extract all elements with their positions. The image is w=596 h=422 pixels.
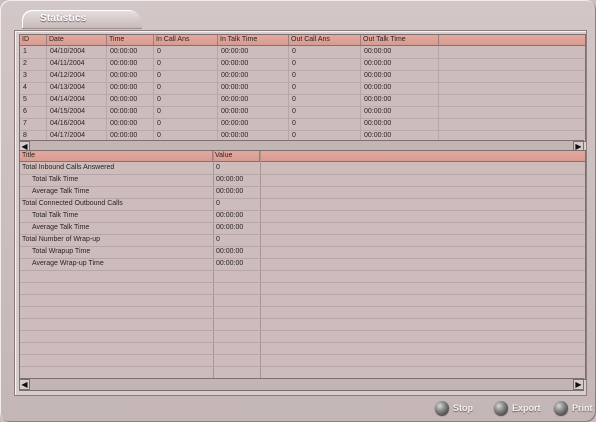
summary-value: 00:00:00	[216, 260, 244, 267]
col-header-out-talk-time[interactable]: Out Talk Time	[361, 35, 439, 45]
summary-value: 00:00:00	[216, 248, 244, 255]
cell-in-talk-time: 00:00:00	[218, 94, 289, 106]
cell-date: 04/15/2004	[47, 106, 107, 118]
cell-id: 3	[20, 70, 47, 82]
cell-time: 00:00:00	[107, 46, 154, 58]
cell-time: 00:00:00	[107, 118, 154, 130]
cell-in-call-ans: 0	[154, 82, 218, 94]
cell-in-call-ans: 0	[154, 94, 218, 106]
col-header-value[interactable]: Value	[213, 151, 260, 161]
cell-date: 04/11/2004	[47, 58, 107, 70]
cell-date: 04/10/2004	[47, 46, 107, 58]
cell-out-talk-time: 00:00:00	[361, 94, 439, 106]
cell-time: 00:00:00	[107, 70, 154, 82]
stop-label: Stop	[453, 403, 473, 413]
summary-title: Average Wrap-up Time	[32, 260, 104, 267]
cell-out-talk-time: 00:00:00	[361, 46, 439, 58]
stop-button[interactable]: Stop	[435, 400, 473, 416]
cell-id: 1	[20, 46, 47, 58]
cell-in-talk-time: 00:00:00	[218, 82, 289, 94]
summary-title: Average Talk Time	[32, 188, 90, 195]
cell-out-talk-time: 00:00:00	[361, 70, 439, 82]
export-label: Export	[512, 403, 541, 413]
daily-table-header: ID Date Time In Call Ans In Talk Time Ou…	[20, 35, 585, 46]
print-button[interactable]: Print	[554, 400, 593, 416]
cell-date: 04/14/2004	[47, 94, 107, 106]
cell-out-talk-time: 00:00:00	[361, 118, 439, 130]
cell-in-call-ans: 0	[154, 118, 218, 130]
col-header-out-call-ans[interactable]: Out Call Ans	[289, 35, 361, 45]
cell-id: 5	[20, 94, 47, 106]
cell-time: 00:00:00	[107, 94, 154, 106]
summary-value: 0	[216, 200, 220, 207]
summary-value: 00:00:00	[216, 176, 244, 183]
summary-title: Total Number of Wrap-up	[22, 236, 101, 243]
cell-in-talk-time: 00:00:00	[218, 106, 289, 118]
cell-time: 00:00:00	[107, 106, 154, 118]
summary-value: 00:00:00	[216, 212, 244, 219]
cell-date: 04/16/2004	[47, 118, 107, 130]
summary-table-scrollbar[interactable]: ◀ ▶	[19, 378, 584, 391]
action-buttons: Stop Export Print	[430, 400, 596, 416]
cell-id: 4	[20, 82, 47, 94]
cell-in-call-ans: 0	[154, 58, 218, 70]
scroll-left-icon[interactable]: ◀	[19, 379, 30, 390]
summary-value: 00:00:00	[216, 224, 244, 231]
cell-out-call-ans: 0	[289, 118, 361, 130]
summary-title: Total Inbound Calls Answered	[22, 164, 115, 171]
col-header-id[interactable]: ID	[20, 35, 47, 45]
cell-out-call-ans: 0	[289, 58, 361, 70]
cell-out-call-ans: 0	[289, 46, 361, 58]
summary-table-header: Title Value	[20, 151, 585, 162]
cell-out-call-ans: 0	[289, 106, 361, 118]
cell-date: 04/12/2004	[47, 70, 107, 82]
print-label: Print	[572, 403, 593, 413]
col-header-in-call-ans[interactable]: In Call Ans	[154, 35, 218, 45]
export-orb-icon	[494, 401, 508, 415]
summary-title: Average Talk Time	[32, 224, 90, 231]
cell-out-talk-time: 00:00:00	[361, 58, 439, 70]
summary-value: 00:00:00	[216, 188, 244, 195]
cell-out-call-ans: 0	[289, 82, 361, 94]
cell-id: 7	[20, 118, 47, 130]
col-header-time[interactable]: Time	[107, 35, 154, 45]
summary-title: Total Talk Time	[32, 176, 79, 183]
cell-in-talk-time: 00:00:00	[218, 58, 289, 70]
export-button[interactable]: Export	[494, 400, 541, 416]
page-title: Statistics	[40, 13, 87, 24]
scroll-right-icon[interactable]: ▶	[573, 379, 584, 390]
cell-out-talk-time: 00:00:00	[361, 82, 439, 94]
col-header-in-talk-time[interactable]: In Talk Time	[218, 35, 289, 45]
cell-in-call-ans: 0	[154, 46, 218, 58]
col-header-title[interactable]: Title	[20, 151, 213, 161]
cell-time: 00:00:00	[107, 82, 154, 94]
cell-id: 2	[20, 58, 47, 70]
cell-out-talk-time: 00:00:00	[361, 106, 439, 118]
daily-stats-table: ID Date Time In Call Ans In Talk Time Ou…	[19, 34, 586, 142]
stop-orb-icon	[435, 401, 449, 415]
cell-date: 04/13/2004	[47, 82, 107, 94]
cell-id: 6	[20, 106, 47, 118]
cell-in-talk-time: 00:00:00	[218, 46, 289, 58]
summary-value: 0	[216, 236, 220, 243]
summary-title: Total Connected Outbound Calls	[22, 200, 123, 207]
cell-in-call-ans: 0	[154, 70, 218, 82]
cell-in-call-ans: 0	[154, 106, 218, 118]
summary-table: Title Value Total Inbound Calls Answered…	[19, 150, 586, 380]
summary-title: Total Talk Time	[32, 212, 79, 219]
cell-in-talk-time: 00:00:00	[218, 70, 289, 82]
print-orb-icon	[554, 401, 568, 415]
cell-in-talk-time: 00:00:00	[218, 118, 289, 130]
summary-value: 0	[216, 164, 220, 171]
cell-out-call-ans: 0	[289, 94, 361, 106]
cell-time: 00:00:00	[107, 58, 154, 70]
summary-title: Total Wrapup Time	[32, 248, 91, 255]
col-header-date[interactable]: Date	[47, 35, 107, 45]
cell-out-call-ans: 0	[289, 70, 361, 82]
